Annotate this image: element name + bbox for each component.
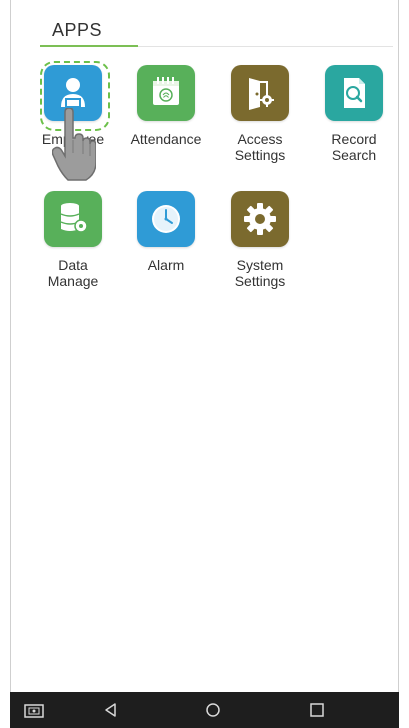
app-label: Record Search [331, 131, 377, 163]
app-attendance[interactable]: Attendance [123, 65, 209, 147]
apps-tab-bar: APPS [20, 14, 393, 50]
record-search-icon [325, 65, 383, 121]
app-access-settings[interactable]: Access Settings [217, 65, 303, 163]
app-label: Data Manage [47, 257, 99, 289]
home-icon[interactable] [202, 700, 224, 720]
data-manage-icon [44, 191, 102, 247]
system-settings-icon [231, 191, 289, 247]
access-settings-icon [231, 65, 289, 121]
app-system-settings[interactable]: System Settings [217, 191, 303, 289]
app-label: Alarm [147, 257, 185, 273]
recents-icon[interactable] [306, 700, 328, 720]
app-label: Access Settings [234, 131, 286, 163]
app-data-manage[interactable]: Data Manage [30, 191, 116, 289]
back-icon[interactable] [100, 700, 122, 720]
app-label: System Settings [234, 257, 286, 289]
tab-apps[interactable]: APPS [52, 20, 102, 41]
attendance-icon [137, 65, 195, 121]
app-label: Attendance [130, 131, 202, 147]
pointing-hand-icon [51, 107, 97, 187]
tab-divider [138, 46, 393, 47]
alarm-icon [137, 191, 195, 247]
system-navigation-bar [10, 692, 399, 728]
app-record-search[interactable]: Record Search [311, 65, 397, 163]
app-alarm[interactable]: Alarm [123, 191, 209, 273]
screenshot-icon[interactable] [23, 700, 45, 720]
active-tab-indicator [40, 45, 138, 47]
